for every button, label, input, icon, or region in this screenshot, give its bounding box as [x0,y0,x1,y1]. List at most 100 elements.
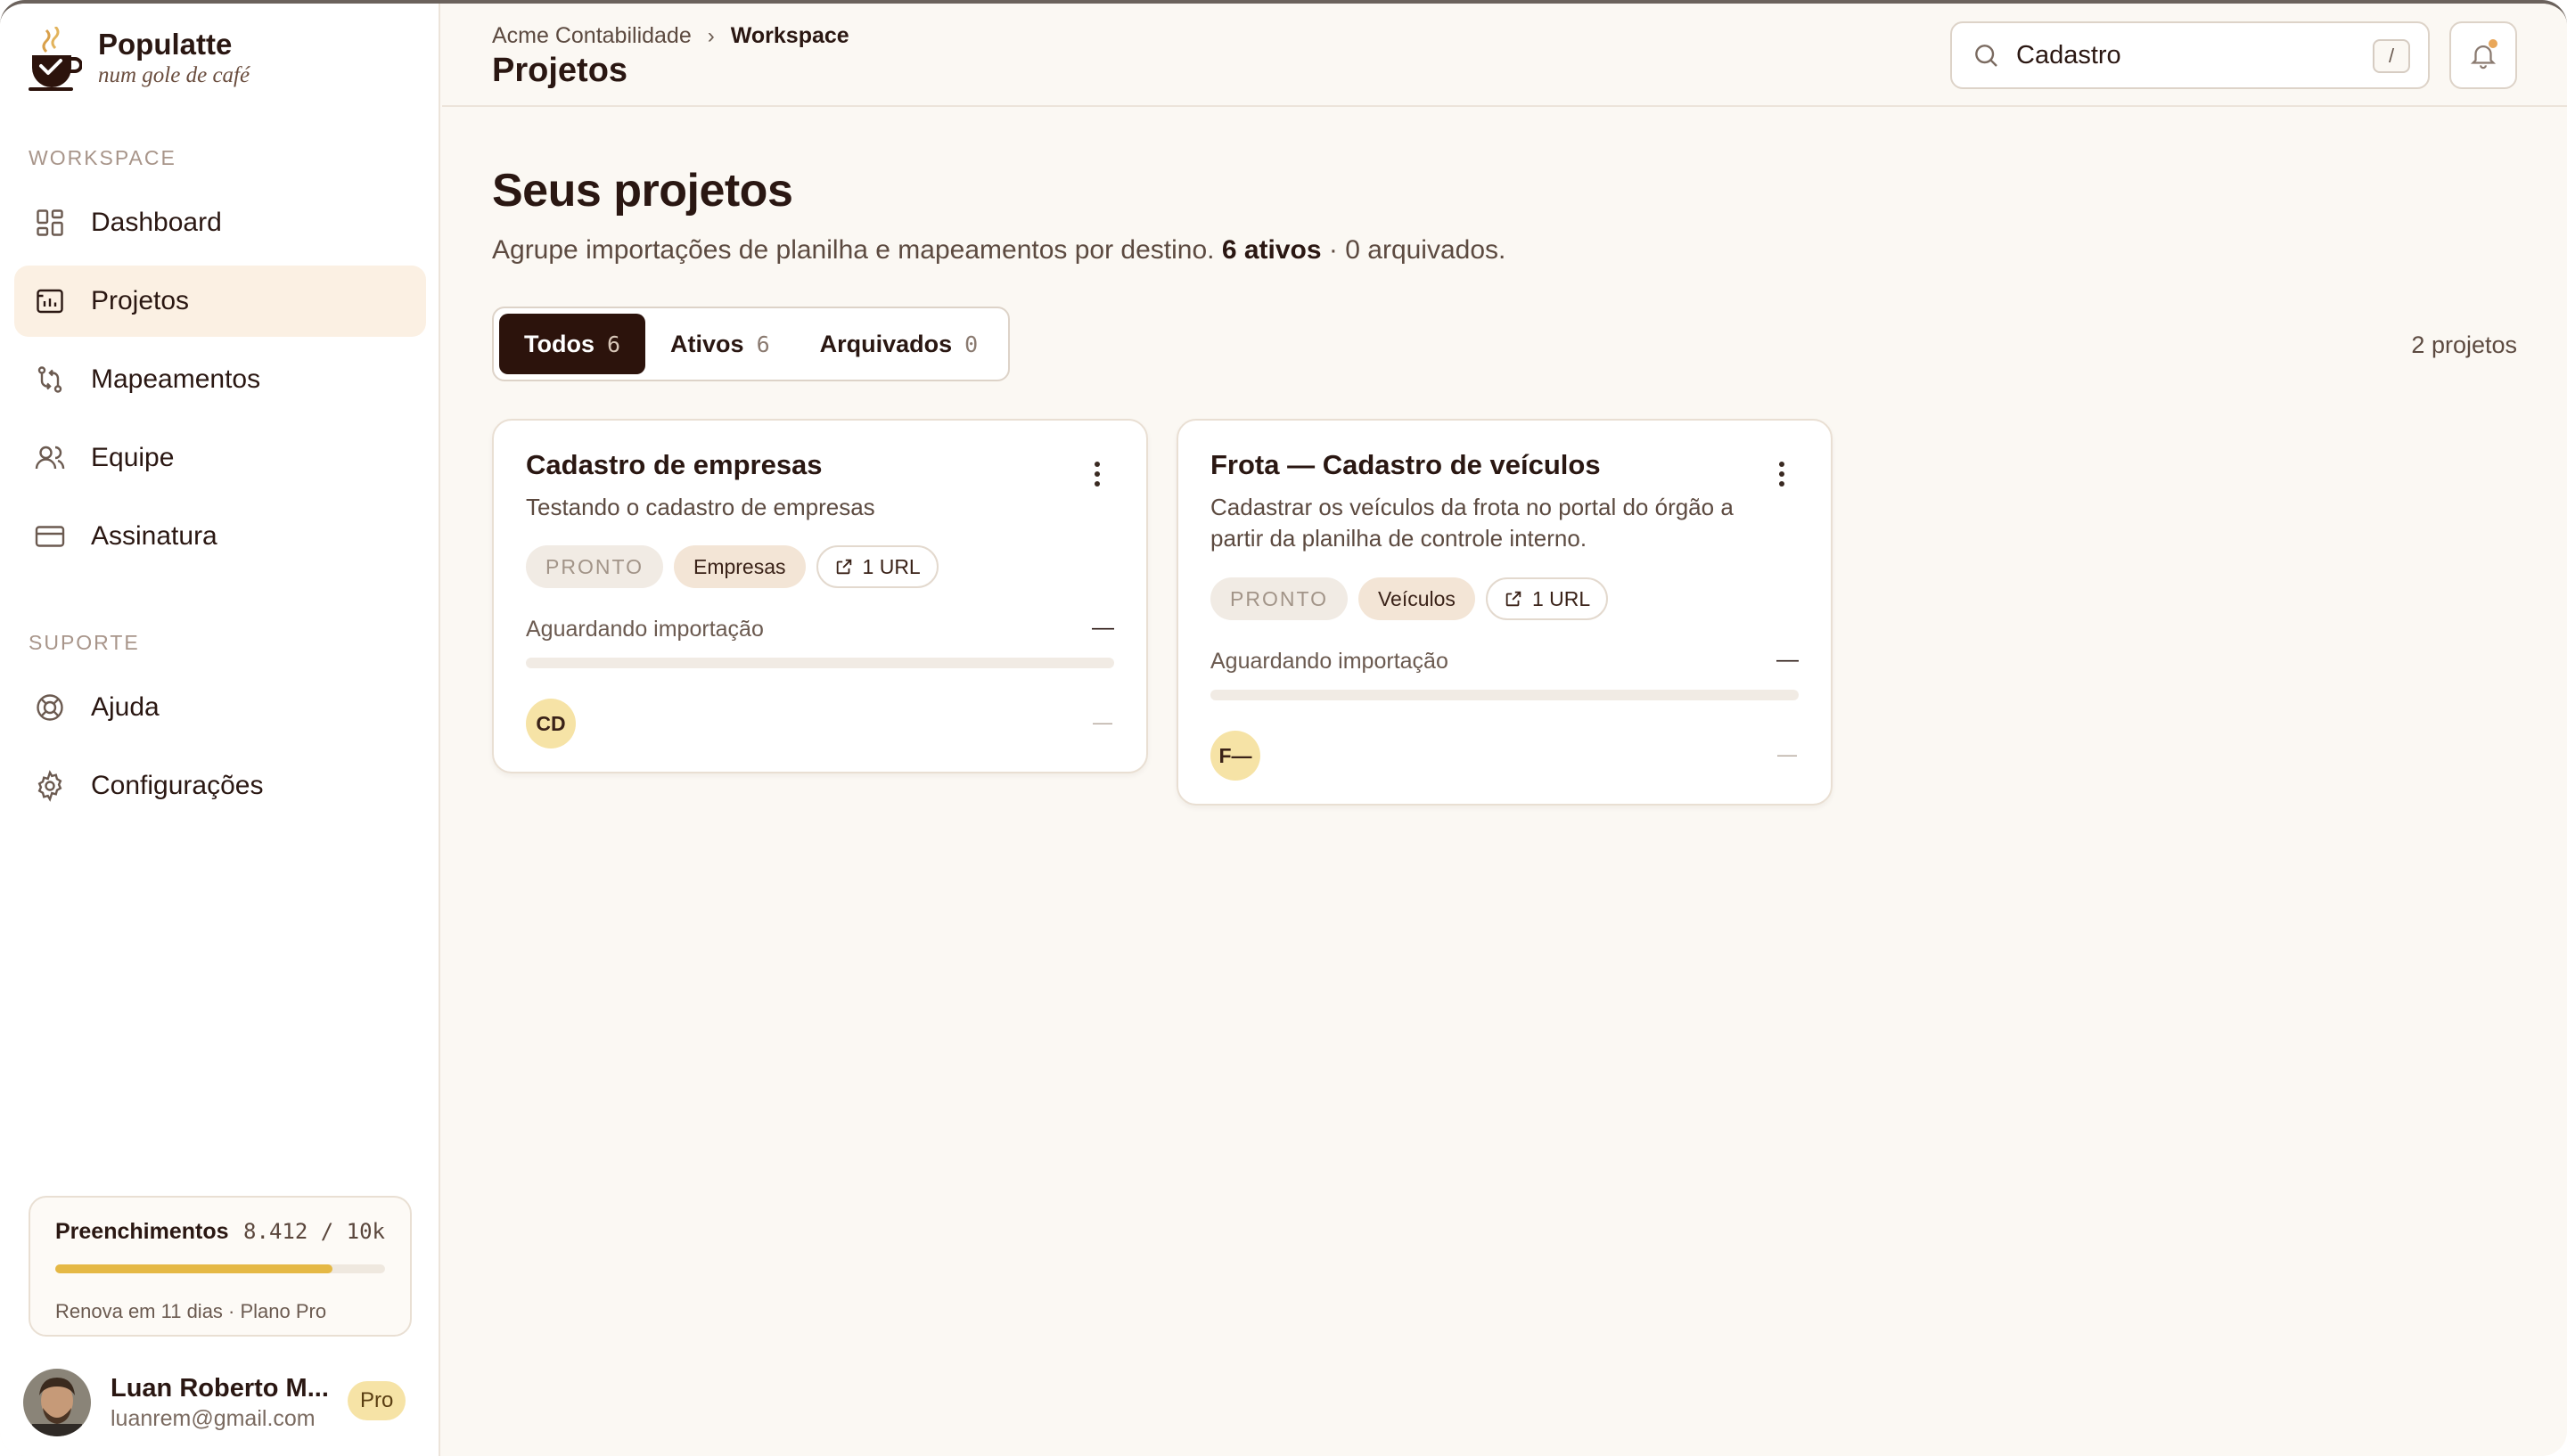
category-tag: Veículos [1357,577,1475,620]
progress-bar [526,658,1114,668]
progress-value: — [1776,647,1799,672]
progress-value: — [1092,615,1114,640]
result-count: 2 projetos [2411,331,2517,358]
project-description: Cadastrar os veículos da frota no portal… [1210,494,1734,552]
sidebar-item-dashboard[interactable]: Dashboard [14,187,426,258]
tab-count: 6 [606,331,621,357]
external-link-icon [836,559,851,575]
plan-badge: Pro [348,1381,406,1420]
usage-count: 8.412 / 10k [243,1219,385,1244]
coffee-cup-logo-icon [29,27,82,91]
sidebar-item-label: Ajuda [91,692,160,722]
sidebar-item-equipe[interactable]: Equipe [14,422,426,494]
search-shortcut-hint: / [2373,39,2410,73]
avatar-photo [23,1369,91,1436]
section-subtitle: Agrupe importações de planilha e mapeame… [492,235,1505,266]
section-heading: Seus projetos [492,165,793,217]
tab-label: Ativos [670,330,744,357]
sidebar-item-label: Assinatura [91,521,217,551]
url-count: 1 URL [862,554,921,578]
main-content: Seus projetos Agrupe importações de plan… [442,109,2567,1456]
url-pill[interactable]: 1 URL [816,545,939,588]
project-card[interactable]: Cadastro de empresas Testando o cadastro… [492,419,1148,773]
dashboard-icon [37,209,63,236]
sidebar-item-projetos[interactable]: Projetos [14,266,426,337]
sidebar-item-label: Equipe [91,443,175,472]
subtitle-active-count: 6 ativos [1221,235,1322,265]
mappings-icon [37,366,62,393]
sidebar-item-label: Projetos [91,286,190,315]
subtitle-text: Agrupe importações de planilha e mapeame… [492,235,1215,265]
more-options-icon[interactable] [1095,462,1102,488]
section-label-workspace: WORKSPACE [29,146,176,169]
subtitle-archived: · 0 arquivados. [1328,235,1506,265]
last-activity: — [1093,711,1112,733]
breadcrumb-current: Workspace [730,23,849,48]
projects-icon [37,289,63,314]
usage-card: Preenchimentos 8.412 / 10k Renova em 11 … [29,1196,412,1337]
status-badge: PRONTO [526,545,663,588]
project-initials-avatar: CD [526,699,576,748]
project-title[interactable]: Frota — Cadastro de veículos [1210,449,1601,481]
tab-label: Todos [524,330,595,357]
project-description: Testando o cadastro de empresas [526,494,875,520]
sidebar-item-label: Dashboard [91,208,222,237]
status-badge: PRONTO [1210,577,1348,620]
project-pills: PRONTO Empresas 1 URL [526,545,949,588]
team-icon [35,446,65,470]
filter-tabs: Todos 6 Ativos 6 Arquivados 0 [492,307,1011,381]
tab-arquivados[interactable]: Arquivados 0 [795,314,1004,374]
last-activity: — [1777,743,1797,765]
notification-dot [2489,39,2497,48]
progress-label: Aguardando importação [526,617,764,642]
search-icon [1975,45,1997,67]
tab-count: 6 [756,331,770,357]
breadcrumb-parent[interactable]: Acme Contabilidade [492,23,692,49]
external-link-icon [1505,591,1521,607]
url-pill[interactable]: 1 URL [1485,577,1609,620]
tab-todos[interactable]: Todos 6 [499,314,646,374]
sidebar-item-mapeamentos[interactable]: Mapeamentos [14,344,426,415]
user-name: Luan Roberto M... [111,1374,329,1403]
tab-label: Arquivados [819,330,953,357]
brand-tagline: num gole de café [98,63,250,87]
user-email: luanrem@gmail.com [111,1406,316,1431]
credit-card-icon [35,526,65,547]
usage-progress-fill [55,1264,333,1273]
gear-icon [37,770,62,802]
tab-count: 0 [964,331,979,357]
project-initials-avatar: F— [1210,731,1260,781]
sidebar-item-configuracoes[interactable]: Configurações [14,750,426,822]
tab-ativos[interactable]: Ativos 6 [645,314,795,374]
search-input[interactable] [2016,40,2355,70]
sidebar-item-label: Mapeamentos [91,364,261,394]
help-lifebuoy-icon [37,694,63,721]
search-box[interactable]: / [1950,21,2430,89]
app-window: Populatte num gole de café WORKSPACE Das… [0,0,2567,1456]
category-tag: Empresas [673,545,806,588]
sidebar-item-label: Configurações [91,771,264,800]
url-count: 1 URL [1531,586,1591,610]
project-title[interactable]: Cadastro de empresas [526,449,823,481]
chevron-right-icon: › [707,23,715,48]
notifications-button[interactable] [2449,21,2517,89]
sidebar: Populatte num gole de café WORKSPACE Das… [0,4,440,1456]
sidebar-item-assinatura[interactable]: Assinatura [14,501,426,572]
avatar [23,1369,91,1436]
sidebar-item-ajuda[interactable]: Ajuda [14,672,426,743]
progress-label: Aguardando importação [1210,649,1448,674]
user-profile[interactable]: Luan Roberto M... luanrem@gmail.com [23,1369,329,1436]
usage-title: Preenchimentos [55,1219,229,1244]
brand-name: Populatte [98,28,233,61]
usage-renewal-text: Renova em 11 dias · Plano Pro [55,1300,327,1322]
page-title: Projetos [492,52,628,89]
brand[interactable]: Populatte num gole de café [27,27,250,94]
progress-bar [1210,690,1799,700]
top-header: Acme Contabilidade › Workspace Projetos … [442,4,2567,107]
project-pills: PRONTO Veículos 1 URL [1210,577,1619,620]
breadcrumb: Acme Contabilidade › Workspace [492,23,849,49]
more-options-icon[interactable] [1779,462,1786,488]
section-label-suporte: SUPORTE [29,631,140,654]
usage-progress-bar [55,1264,385,1273]
project-card[interactable]: Frota — Cadastro de veículos Cadastrar o… [1177,419,1833,806]
